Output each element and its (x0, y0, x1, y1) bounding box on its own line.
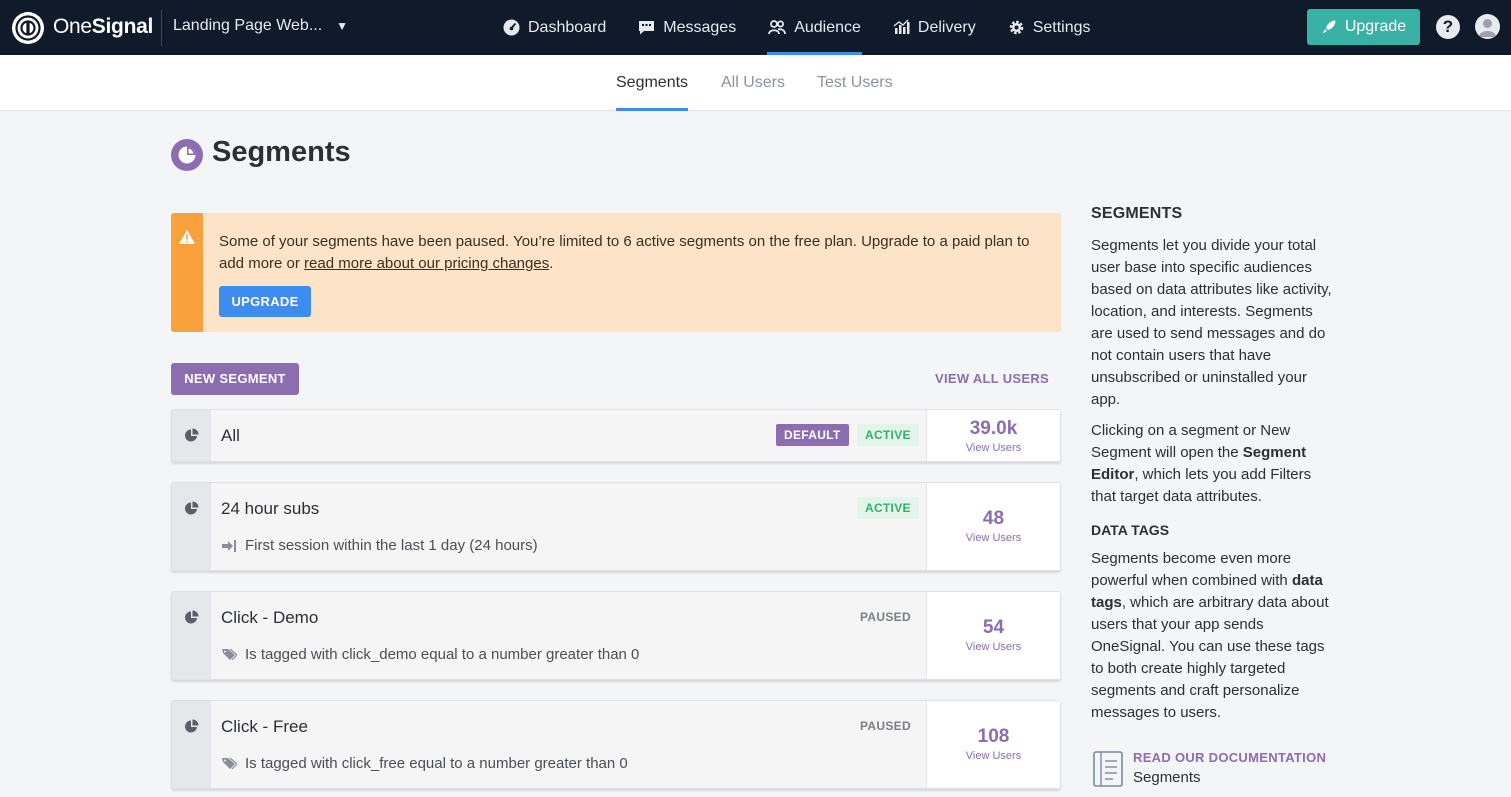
gear-icon (1009, 20, 1024, 35)
tab-all-users[interactable]: All Users (721, 55, 785, 111)
user-icon (1479, 19, 1496, 37)
segment-name: Click - Demo (221, 608, 319, 627)
paused-badge: PAUSED (860, 719, 911, 733)
onesignal-logo-icon[interactable] (11, 11, 45, 45)
upgrade-button-label: Upgrade (1344, 18, 1407, 35)
nav-dashboard[interactable]: Dashboard (503, 0, 606, 55)
segment-user-count[interactable]: 54 View Users (926, 592, 1060, 679)
document-icon (1093, 751, 1123, 787)
segment-row-click-demo[interactable]: Click - Demo PAUSED Is tagged with click… (171, 591, 1061, 680)
sidebar-paragraph-1: Segments let you divide your total user … (1091, 237, 1332, 408)
app-selector-dropdown[interactable]: Landing Page Web... ▼ (173, 17, 348, 35)
tag-icon (222, 757, 237, 769)
segment-name: All (221, 426, 240, 445)
help-icon[interactable]: ? (1436, 15, 1460, 39)
segment-name: 24 hour subs (221, 499, 320, 518)
main-nav: Dashboard Messages Audience Delivery Set… (503, 0, 1123, 55)
segment-row-all[interactable]: All DEFAULT ACTIVE 39.0k View Users (171, 409, 1061, 462)
segment-user-count[interactable]: 108 View Users (926, 701, 1060, 788)
sidebar-paragraph-3: Segments become even more powerful when … (1091, 550, 1329, 721)
documentation-link[interactable]: READ OUR DOCUMENTATION Segments (1091, 750, 1326, 788)
chevron-down-icon: ▼ (336, 19, 349, 33)
nav-settings-label: Settings (1032, 18, 1091, 36)
pie-chart-icon (185, 610, 199, 624)
paused-badge: PAUSED (860, 610, 911, 624)
pie-chart-icon (185, 719, 199, 733)
view-users-link[interactable]: View Users (927, 442, 1060, 454)
view-all-users-link[interactable]: VIEW ALL USERS (935, 371, 1049, 386)
segment-name: Click - Free (221, 717, 308, 736)
view-users-link[interactable]: View Users (927, 532, 1060, 544)
pricing-changes-link[interactable]: read more about our pricing changes (304, 255, 549, 272)
sidebar-heading: SEGMENTS (1091, 205, 1183, 222)
new-segment-button[interactable]: NEW SEGMENT (171, 363, 299, 395)
view-users-link[interactable]: View Users (927, 750, 1060, 762)
tag-icon (222, 648, 237, 660)
warning-icon (179, 230, 195, 244)
segment-row-24-hour-subs[interactable]: 24 hour subs ACTIVE First session within… (171, 482, 1061, 571)
segments-page-icon (171, 139, 203, 171)
nav-audience[interactable]: Audience (767, 0, 862, 55)
active-badge: ACTIVE (857, 424, 919, 446)
brand-name[interactable]: OneSignal (53, 15, 153, 39)
audience-icon (768, 20, 787, 35)
segment-count: 54 (982, 617, 1005, 638)
default-badge: DEFAULT (776, 424, 849, 446)
segment-filter: Is tagged with click_free equal to a num… (221, 755, 628, 772)
segment-user-count[interactable]: 48 View Users (926, 483, 1060, 570)
segment-filter: First session within the last 1 day (24 … (221, 537, 538, 554)
segment-count: 39.0k (969, 418, 1018, 439)
nav-divider (161, 10, 162, 46)
top-navbar: OneSignal Landing Page Web... ▼ Dashboar… (0, 0, 1511, 55)
sidebar-paragraph-2: Clicking on a segment or New Segment wil… (1091, 422, 1312, 505)
nav-audience-label: Audience (794, 18, 861, 36)
upgrade-button[interactable]: Upgrade (1307, 9, 1420, 45)
nav-delivery[interactable]: Delivery (893, 0, 976, 55)
sidebar-subheading: DATA TAGS (1091, 522, 1170, 538)
tab-segments[interactable]: Segments (616, 55, 689, 111)
nav-delivery-label: Delivery (917, 18, 976, 36)
documentation-link-title[interactable]: READ OUR DOCUMENTATION (1133, 750, 1326, 765)
pie-chart-icon (185, 428, 199, 442)
alert-message: Some of your segments have been paused. … (219, 233, 1030, 272)
segment-row-click-free[interactable]: Click - Free PAUSED Is tagged with click… (171, 700, 1061, 789)
nav-settings[interactable]: Settings (1008, 0, 1091, 55)
alert-upgrade-button[interactable]: UPGRADE (219, 286, 311, 317)
view-users-link[interactable]: View Users (927, 641, 1060, 653)
dashboard-icon (503, 19, 520, 36)
pie-chart-icon (185, 501, 199, 515)
active-badge: ACTIVE (857, 497, 919, 519)
segments-help-sidebar: SEGMENTS Segments let you divide your to… (1091, 205, 1336, 724)
paused-segments-alert: Some of your segments have been paused. … (171, 213, 1061, 332)
nav-messages[interactable]: Messages (638, 0, 736, 55)
rocket-icon (1322, 20, 1336, 34)
messages-icon (639, 21, 655, 35)
alert-bar (171, 213, 203, 332)
session-icon (222, 539, 236, 552)
documentation-link-subtitle: Segments (1133, 769, 1201, 786)
avatar[interactable] (1475, 14, 1500, 39)
segment-filter: Is tagged with click_demo equal to a num… (221, 646, 639, 663)
segment-count: 108 (977, 726, 1010, 747)
tab-test-users[interactable]: Test Users (817, 55, 893, 111)
page-title: Segments (212, 136, 351, 168)
delivery-icon (893, 19, 910, 34)
segment-count: 48 (982, 508, 1005, 529)
audience-subnav: Segments All Users Test Users (0, 55, 1511, 111)
nav-dashboard-label: Dashboard (528, 18, 607, 36)
app-selector-label: Landing Page Web... (173, 17, 323, 34)
segment-user-count[interactable]: 39.0k View Users (926, 410, 1060, 461)
nav-messages-label: Messages (663, 18, 737, 36)
